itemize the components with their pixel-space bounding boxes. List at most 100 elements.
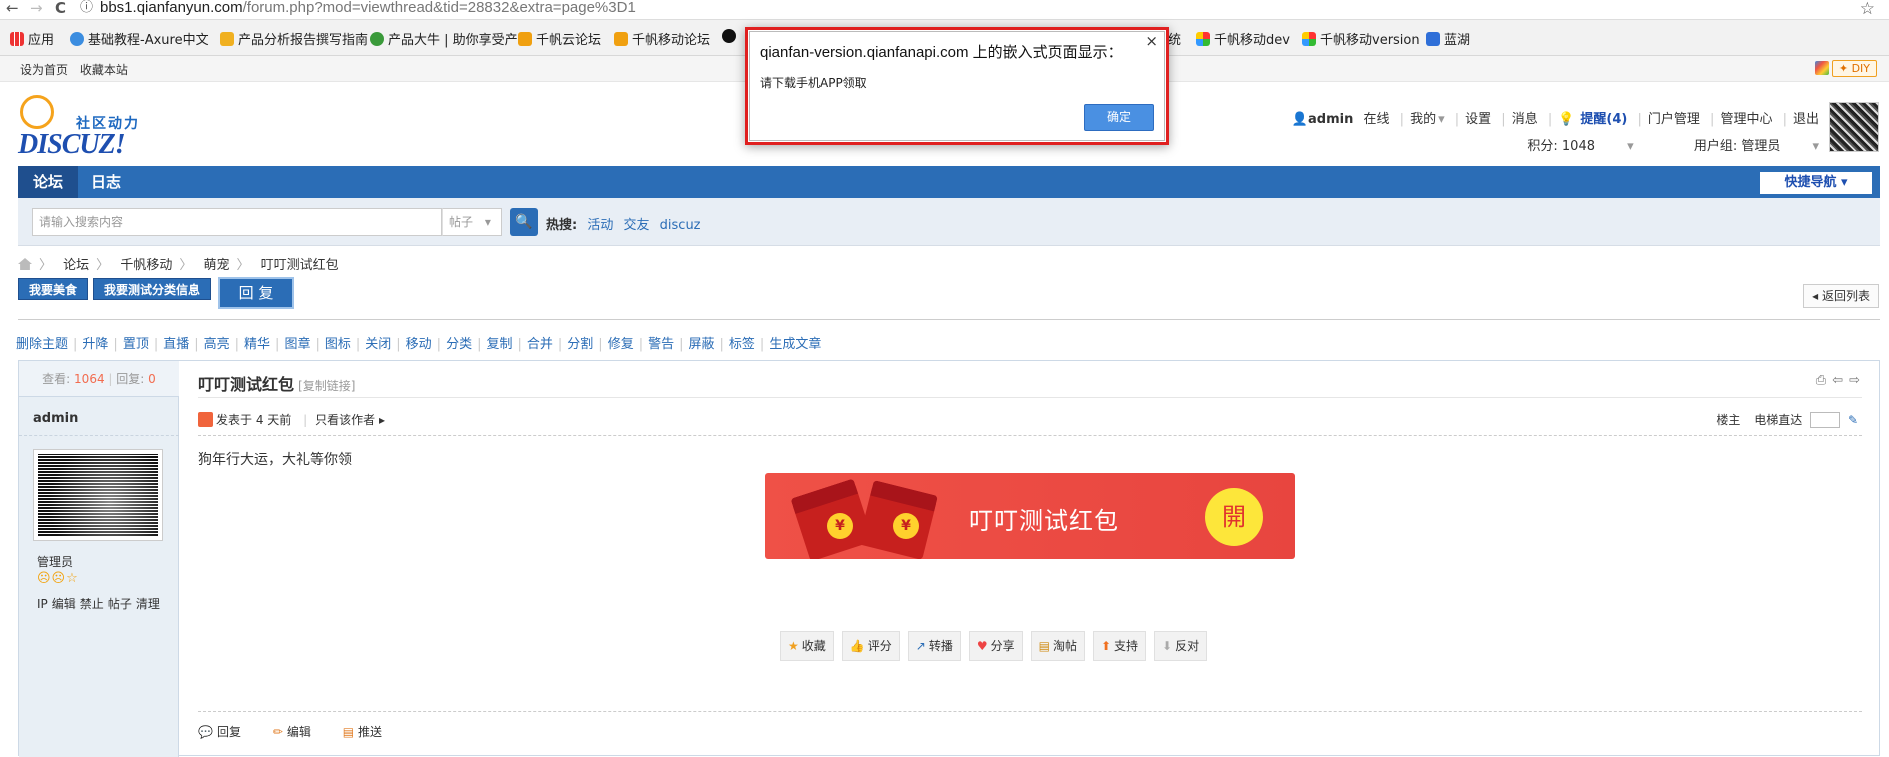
posts-link[interactable]: 帖子 [108, 597, 132, 611]
url-field[interactable]: bbs1.qianfanyun.com/forum.php?mod=viewth… [100, 0, 636, 16]
nav-forum[interactable]: 论坛 [18, 166, 79, 198]
username-link[interactable]: admin [1308, 112, 1353, 127]
mod-tool-link[interactable]: 图标 [325, 337, 351, 352]
red-packet-banner[interactable]: ¥ ¥ 叮叮测试红包 開 [765, 473, 1295, 559]
remind-link[interactable]: 提醒(4) [1580, 112, 1627, 127]
home-icon[interactable] [18, 258, 32, 270]
search-input[interactable]: 请输入搜索内容 [32, 208, 442, 236]
reply-link[interactable]: 💬 回复 [198, 725, 255, 739]
post-food-button[interactable]: 我要美食 [18, 278, 89, 300]
bookmark-misc[interactable] [722, 29, 736, 43]
search-type-select[interactable]: 帖子 ▾ [442, 208, 502, 236]
copy-link[interactable]: [复制链接] [298, 379, 355, 393]
bookmark-qianfan-dev[interactable]: 千帆移动dev [1196, 29, 1290, 48]
edit-user-link[interactable]: 编辑 [52, 597, 76, 611]
mod-tool-link[interactable]: 删除主题 [16, 337, 68, 352]
push-link[interactable]: ▤ 推送 [343, 725, 396, 739]
ip-link[interactable]: IP [37, 597, 48, 611]
post-test-category-button[interactable]: 我要测试分类信息 [93, 278, 212, 300]
bookmark-site-link[interactable]: 收藏本站 [80, 63, 128, 77]
info-icon[interactable]: ⓘ [80, 0, 93, 16]
hot-link[interactable]: 交友 [624, 218, 650, 233]
mod-tool-link[interactable]: 合并 [527, 337, 553, 352]
site-logo[interactable]: 社区动力 DISCUZ! [18, 95, 158, 160]
bookmark-axure[interactable]: 基础教程-Axure中文 [70, 29, 209, 48]
hot-link[interactable]: 活动 [587, 218, 613, 233]
clean-link[interactable]: 清理 [136, 597, 160, 611]
author-name[interactable]: admin [33, 411, 78, 426]
mod-tool-link[interactable]: 分割 [567, 337, 593, 352]
forward-icon[interactable]: → [30, 0, 43, 16]
mod-tool-link[interactable]: 直播 [163, 337, 189, 352]
bookmark-star-icon[interactable]: ☆ [1860, 0, 1875, 19]
settings-link[interactable]: 设置 [1465, 112, 1491, 127]
mod-tool-link[interactable]: 复制 [486, 337, 512, 352]
post-action-button[interactable]: ★ 收藏 [780, 631, 834, 661]
mod-tool-link[interactable]: 移动 [406, 337, 432, 352]
ban-link[interactable]: 禁止 [80, 597, 104, 611]
quick-nav-button[interactable]: 快捷导航 ▾ [1760, 172, 1872, 194]
bookmark-apps[interactable]: 应用 [10, 29, 54, 48]
bookmark-lanhu[interactable]: 蓝湖 [1426, 29, 1470, 48]
chevron-left-icon: ◂ [1812, 289, 1819, 303]
diy-button[interactable]: ✦ DIY [1831, 60, 1877, 77]
mod-tool-link[interactable]: 标签 [729, 337, 755, 352]
post-action-button[interactable]: ⬆ 支持 [1092, 631, 1147, 661]
post-action-button[interactable]: ⬇ 反对 [1154, 631, 1208, 661]
mod-tool-link[interactable]: 分类 [446, 337, 472, 352]
logout-link[interactable]: 退出 [1793, 112, 1819, 127]
only-author-link[interactable]: 只看该作者 ▸ [315, 413, 385, 427]
bookmark-qianfan-cloud[interactable]: 千帆云论坛 [518, 29, 601, 48]
go-icon[interactable]: ✎ [1848, 413, 1858, 427]
set-home-link[interactable]: 设为首页 [20, 63, 68, 77]
mod-tool-link[interactable]: 屏蔽 [689, 337, 715, 352]
bookmark-pmdaniu[interactable]: 产品大牛 | 助你享受产 [370, 29, 518, 48]
next-thread-icon[interactable]: ⇨ [1849, 373, 1866, 388]
mod-tool-link[interactable]: 修复 [608, 337, 634, 352]
print-icon[interactable]: ⎙ [1816, 373, 1832, 388]
mod-tool-link[interactable]: 警告 [648, 337, 674, 352]
prev-thread-icon[interactable]: ⇦ [1832, 373, 1849, 388]
hot-link[interactable]: discuz [660, 218, 701, 233]
author-avatar[interactable] [33, 449, 163, 541]
mod-tool-link[interactable]: 精华 [244, 337, 270, 352]
post-action-button[interactable]: ↗ 转播 [907, 631, 961, 661]
author-group[interactable]: 管理员 [37, 553, 73, 570]
reload-icon[interactable]: C [55, 0, 66, 16]
edit-link[interactable]: ✏ 编辑 [273, 725, 325, 739]
portal-admin-link[interactable]: 门户管理 [1648, 112, 1700, 127]
breadcrumb-item[interactable]: 论坛 [63, 258, 89, 273]
breadcrumb-item[interactable]: 叮叮测试红包 [261, 258, 339, 273]
breadcrumb-item[interactable]: 千帆移动 [120, 258, 172, 273]
usergroup-menu[interactable]: 用户组: 管理员 ▾ [1666, 139, 1819, 154]
mod-tool-link[interactable]: 图章 [284, 337, 310, 352]
points-menu[interactable]: 积分: 1048 ▾ [1499, 139, 1633, 154]
nav-blog[interactable]: 日志 [76, 166, 136, 198]
search-button[interactable]: 🔍 [510, 208, 538, 236]
mod-tool-link[interactable]: 关闭 [365, 337, 391, 352]
back-icon[interactable]: ← [6, 0, 19, 16]
avatar[interactable] [1829, 102, 1879, 152]
messages-link[interactable]: 消息 [1512, 112, 1538, 127]
bookmark-report[interactable]: 产品分析报告撰写指南 [220, 29, 368, 48]
mod-tool-link[interactable]: 升降 [82, 337, 108, 352]
bookmark-qianfan-version[interactable]: 千帆移动version [1302, 29, 1420, 48]
post-action-button[interactable]: 👍 评分 [841, 631, 900, 661]
bookmark-qianfan-mobile[interactable]: 千帆移动论坛 [614, 29, 710, 48]
mod-tool-link[interactable]: 生成文章 [769, 337, 821, 352]
color-palette-icon[interactable] [1815, 61, 1829, 75]
back-to-list-button[interactable]: ◂ 返回列表 [1803, 284, 1879, 308]
bookmark-misc-label[interactable]: 统 [1168, 29, 1181, 48]
post-action-button[interactable]: ▤ 淘帖 [1030, 631, 1085, 661]
admin-center-link[interactable]: 管理中心 [1720, 112, 1772, 127]
open-red-packet-button[interactable]: 開 [1205, 488, 1263, 546]
breadcrumb-item[interactable]: 萌宠 [204, 258, 230, 273]
close-icon[interactable]: × [1145, 32, 1158, 50]
jump-floor-input[interactable] [1810, 412, 1841, 428]
mod-tool-link[interactable]: 置顶 [123, 337, 149, 352]
reply-button[interactable]: 回 复 [218, 277, 294, 309]
mod-tool-link[interactable]: 高亮 [204, 337, 230, 352]
post-action-button[interactable]: ♥ 分享 [968, 631, 1023, 661]
ok-button[interactable]: 确定 [1084, 104, 1154, 131]
my-menu[interactable]: 我的 [1410, 112, 1436, 127]
